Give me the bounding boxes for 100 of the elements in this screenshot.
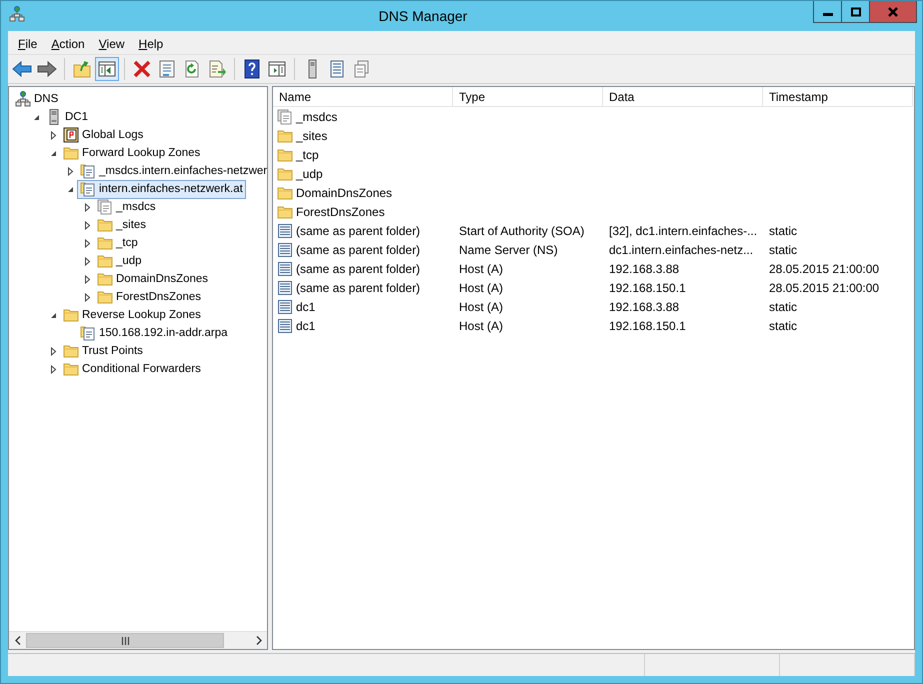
record-name[interactable]: (same as parent folder) <box>296 242 420 256</box>
document-folder-icon <box>80 181 96 197</box>
right-chevron-icon <box>256 636 262 645</box>
table-cell: 192.168.150.1 <box>609 280 686 294</box>
table-cell: static <box>769 318 798 332</box>
console-tree-button[interactable] <box>95 57 119 81</box>
tree-item[interactable]: Forward Lookup Zones <box>60 144 204 162</box>
document-folder-icon <box>80 325 96 341</box>
tree-item[interactable]: _tcp <box>94 234 141 252</box>
table-cell: Host (A) <box>459 262 504 276</box>
tree-item[interactable]: Reverse Lookup Zones <box>60 306 204 324</box>
folder-icon <box>277 204 293 220</box>
tree-item[interactable]: 150.168.192.in-addr.arpa <box>77 324 231 342</box>
console-tree-icon <box>97 59 117 79</box>
column-header[interactable]: Data <box>603 87 763 107</box>
scrollbar-thumb[interactable] <box>26 633 224 648</box>
record-icon <box>277 298 293 314</box>
record-name[interactable]: _sites <box>296 128 328 142</box>
expand-arrow-icon[interactable] <box>82 292 92 302</box>
expand-arrow-icon[interactable] <box>82 202 92 212</box>
folder-icon <box>63 307 79 323</box>
table-cell: Start of Authority (SOA) <box>459 224 584 238</box>
table-cell: Host (A) <box>459 300 504 314</box>
network-icon <box>15 91 31 107</box>
document-icon <box>97 199 113 215</box>
table-cell: 28.05.2015 21:00:00 <box>769 262 880 276</box>
collapse-arrow-icon[interactable] <box>66 184 74 194</box>
record-icon <box>277 222 293 238</box>
table-cell: 28.05.2015 21:00:00 <box>769 280 880 294</box>
tree-item[interactable]: ForestDnsZones <box>94 288 204 306</box>
record-name[interactable]: _udp <box>296 166 323 180</box>
folder-icon <box>277 184 293 200</box>
tree-item[interactable]: DC1 <box>43 108 92 126</box>
close-button[interactable] <box>870 1 916 22</box>
record-name[interactable]: DomainDnsZones <box>296 186 392 200</box>
expand-arrow-icon[interactable] <box>82 274 92 284</box>
record-name[interactable]: (same as parent folder) <box>296 280 420 294</box>
tree-item[interactable]: _sites <box>94 216 150 234</box>
tree-item[interactable]: _msdcs.intern.einfaches-netzwer <box>77 162 270 180</box>
tree-item[interactable]: Conditional Forwarders <box>60 360 204 378</box>
column-header[interactable]: Type <box>453 87 603 107</box>
menu-item[interactable]: View <box>92 34 132 54</box>
record-name[interactable]: (same as parent folder) <box>296 262 420 276</box>
forward-arrow-icon <box>37 59 57 79</box>
export-list-icon <box>207 59 227 79</box>
tree-item[interactable]: Global Logs <box>60 126 146 144</box>
folder-icon <box>63 343 79 359</box>
menu-item[interactable]: Help <box>132 34 170 54</box>
record-name[interactable]: ForestDnsZones <box>296 204 385 218</box>
table-cell: Name Server (NS) <box>459 242 558 256</box>
record-name[interactable]: _tcp <box>296 148 319 162</box>
expand-arrow-icon[interactable] <box>66 166 74 176</box>
properties-icon <box>157 59 177 79</box>
record-icon <box>277 280 293 296</box>
expand-arrow-icon[interactable] <box>48 346 58 356</box>
collapse-arrow-icon[interactable] <box>48 310 58 320</box>
table-cell: 192.168.150.1 <box>609 318 686 332</box>
help-icon <box>242 59 262 79</box>
table-cell: 192.168.3.88 <box>609 262 680 276</box>
tree-item[interactable]: intern.einfaches-netzwerk.at <box>77 180 246 198</box>
menu-item[interactable]: Action <box>44 34 92 54</box>
expand-arrow-icon[interactable] <box>48 130 58 140</box>
folder-up-icon <box>72 59 92 79</box>
folder-icon <box>97 253 113 269</box>
column-header[interactable]: Name <box>273 87 453 107</box>
table-cell: Host (A) <box>459 280 504 294</box>
table-cell: Host (A) <box>459 318 504 332</box>
column-header[interactable]: Timestamp <box>763 87 913 107</box>
folder-icon <box>97 217 113 233</box>
record-name[interactable]: dc1 <box>296 318 316 332</box>
tree-item[interactable]: DomainDnsZones <box>94 270 212 288</box>
expand-arrow-icon[interactable] <box>48 364 58 374</box>
tree-item[interactable]: DNS <box>12 90 62 108</box>
tree-item[interactable]: Trust Points <box>60 342 146 360</box>
back-arrow-icon <box>12 59 32 79</box>
tree-item[interactable]: _msdcs <box>94 198 159 216</box>
record-icon <box>277 318 293 334</box>
minimize-icon <box>822 13 832 16</box>
left-chevron-icon <box>14 636 20 645</box>
folder-icon <box>277 166 293 182</box>
collapse-arrow-icon[interactable] <box>32 112 40 122</box>
table-cell: 192.168.3.88 <box>609 300 680 314</box>
record-name[interactable]: _msdcs <box>296 110 338 124</box>
table-cell: [32], dc1.intern.einfaches-... <box>609 224 758 238</box>
expand-arrow-icon[interactable] <box>82 238 92 248</box>
action-pane-icon <box>267 59 287 79</box>
expand-arrow-icon[interactable] <box>82 220 92 230</box>
folder-icon <box>63 361 79 377</box>
maximize-icon <box>850 6 862 16</box>
table-cell: static <box>769 242 798 256</box>
menu-item[interactable]: File <box>11 34 44 54</box>
document-folder-icon <box>80 163 96 179</box>
folder-icon <box>277 128 293 144</box>
tree-item[interactable]: _udp <box>94 252 145 270</box>
record-name[interactable]: dc1 <box>296 300 316 314</box>
record-name[interactable]: (same as parent folder) <box>296 224 420 238</box>
record-icon <box>277 242 293 258</box>
expand-arrow-icon[interactable] <box>82 256 92 266</box>
window-title: DNS Manager <box>378 8 468 24</box>
collapse-arrow-icon[interactable] <box>48 148 58 158</box>
